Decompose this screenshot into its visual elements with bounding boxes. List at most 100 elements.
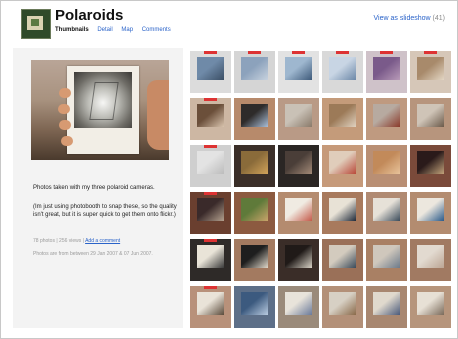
primary-photo[interactable] — [31, 60, 169, 160]
thumbnail-image — [373, 198, 400, 221]
thumbnail-image — [241, 57, 268, 80]
photo-thumbnail[interactable] — [234, 192, 275, 234]
add-comment-link[interactable]: Add a comment — [85, 238, 120, 244]
thumbnail-image — [197, 292, 224, 315]
tab-detail[interactable]: Detail — [97, 27, 112, 33]
set-stats: 78 photos | 256 views | Add a comment — [33, 238, 183, 245]
photo-thumbnail[interactable] — [322, 192, 363, 234]
photo-thumbnail[interactable] — [410, 51, 451, 93]
photo-thumbnail[interactable] — [190, 239, 231, 281]
thumbnail-marker — [204, 98, 217, 101]
hand-image — [147, 80, 169, 150]
finger-shape — [61, 136, 73, 146]
thumbnail-marker — [248, 51, 261, 54]
set-description: Photos taken with my three polaroid came… — [33, 185, 155, 191]
thumbnail-marker — [204, 239, 217, 242]
thumbnail-image — [241, 292, 268, 315]
photo-thumbnail[interactable] — [322, 98, 363, 140]
finger-shape — [59, 88, 71, 98]
thumbnail-image — [241, 104, 268, 127]
tab-map[interactable]: Map — [121, 27, 133, 33]
thumbnail-image — [373, 292, 400, 315]
thumbnail-image — [373, 245, 400, 268]
set-info-panel: Photos taken with my three polaroid came… — [13, 48, 183, 328]
photo-thumbnail[interactable] — [278, 192, 319, 234]
photo-thumbnail[interactable] — [410, 98, 451, 140]
page-frame: Polaroids Thumbnails Detail Map Comments… — [0, 0, 458, 339]
photo-thumbnail[interactable] — [366, 145, 407, 187]
thumbnail-image — [197, 151, 224, 174]
thumbnail-image — [373, 104, 400, 127]
finger-shape — [59, 120, 71, 130]
photo-thumbnail[interactable] — [322, 145, 363, 187]
photo-thumbnail[interactable] — [234, 98, 275, 140]
polaroid-photo — [67, 66, 139, 154]
slideshow-label[interactable]: View as slideshow — [374, 15, 431, 22]
thumbnail-image — [241, 151, 268, 174]
thumbnail-marker — [204, 192, 217, 195]
photo-thumbnail[interactable] — [410, 239, 451, 281]
thumbnail-marker — [204, 286, 217, 289]
set-view-tabs: Thumbnails Detail Map Comments — [55, 27, 178, 33]
photo-thumbnail[interactable] — [234, 51, 275, 93]
photo-thumbnail[interactable] — [366, 98, 407, 140]
photo-thumbnail[interactable] — [322, 286, 363, 328]
thumbnail-image — [197, 104, 224, 127]
photo-thumbnail[interactable] — [234, 239, 275, 281]
thumbnail-image — [373, 151, 400, 174]
thumbnail-marker — [424, 51, 437, 54]
photo-thumbnail[interactable] — [190, 98, 231, 140]
photo-thumbnail[interactable] — [410, 145, 451, 187]
photo-thumbnail[interactable] — [190, 145, 231, 187]
photo-thumbnail[interactable] — [278, 51, 319, 93]
thumbnail-image — [329, 57, 356, 80]
photo-thumbnail[interactable] — [234, 286, 275, 328]
stats-text: 78 photos | 256 views | — [33, 238, 84, 244]
finger-shape — [58, 104, 70, 114]
thumbnail-image — [329, 198, 356, 221]
photo-thumbnail[interactable] — [278, 145, 319, 187]
thumbnail-image — [285, 151, 312, 174]
thumbnail-image — [417, 104, 444, 127]
thumbnail-marker — [380, 51, 393, 54]
photo-thumbnail[interactable] — [366, 239, 407, 281]
thumbnail-image — [329, 292, 356, 315]
set-description-note: (Im just using photobooth to snap these,… — [33, 204, 177, 219]
thumbnail-image — [417, 57, 444, 80]
thumbnail-image — [285, 245, 312, 268]
photo-thumbnail[interactable] — [278, 239, 319, 281]
thumbnail-image — [417, 198, 444, 221]
thumbnail-image — [197, 57, 224, 80]
thumbnail-image — [197, 245, 224, 268]
photo-thumbnail[interactable] — [366, 286, 407, 328]
tab-comments[interactable]: Comments — [142, 27, 171, 33]
slideshow-count: (41) — [432, 15, 445, 22]
photo-thumbnail[interactable] — [234, 145, 275, 187]
photo-thumbnail[interactable] — [322, 239, 363, 281]
tab-thumbnails[interactable]: Thumbnails — [55, 27, 89, 33]
thumbnail-image — [285, 198, 312, 221]
thumbnail-image — [329, 104, 356, 127]
set-dates: Photos are from between 29 Jan 2007 & 07… — [33, 251, 153, 257]
thumbnail-image — [329, 151, 356, 174]
thumbnail-image — [417, 292, 444, 315]
photo-thumbnail[interactable] — [410, 192, 451, 234]
photo-thumbnail[interactable] — [190, 192, 231, 234]
photo-thumbnail[interactable] — [190, 51, 231, 93]
thumbnail-image — [417, 245, 444, 268]
photo-thumbnail[interactable] — [190, 286, 231, 328]
photo-thumbnail[interactable] — [278, 98, 319, 140]
thumbnail-marker — [336, 51, 349, 54]
thumbnail-marker — [204, 145, 217, 148]
set-thumbnail-icon[interactable] — [21, 9, 51, 39]
thumbnail-grid — [190, 51, 451, 328]
photo-thumbnail[interactable] — [366, 51, 407, 93]
view-as-slideshow-link[interactable]: View as slideshow (41) — [374, 15, 445, 22]
photo-thumbnail[interactable] — [410, 286, 451, 328]
thumbnail-image — [329, 245, 356, 268]
thumbnail-image — [285, 57, 312, 80]
photo-thumbnail[interactable] — [366, 192, 407, 234]
photo-thumbnail[interactable] — [322, 51, 363, 93]
photo-thumbnail[interactable] — [278, 286, 319, 328]
thumbnail-image — [197, 198, 224, 221]
